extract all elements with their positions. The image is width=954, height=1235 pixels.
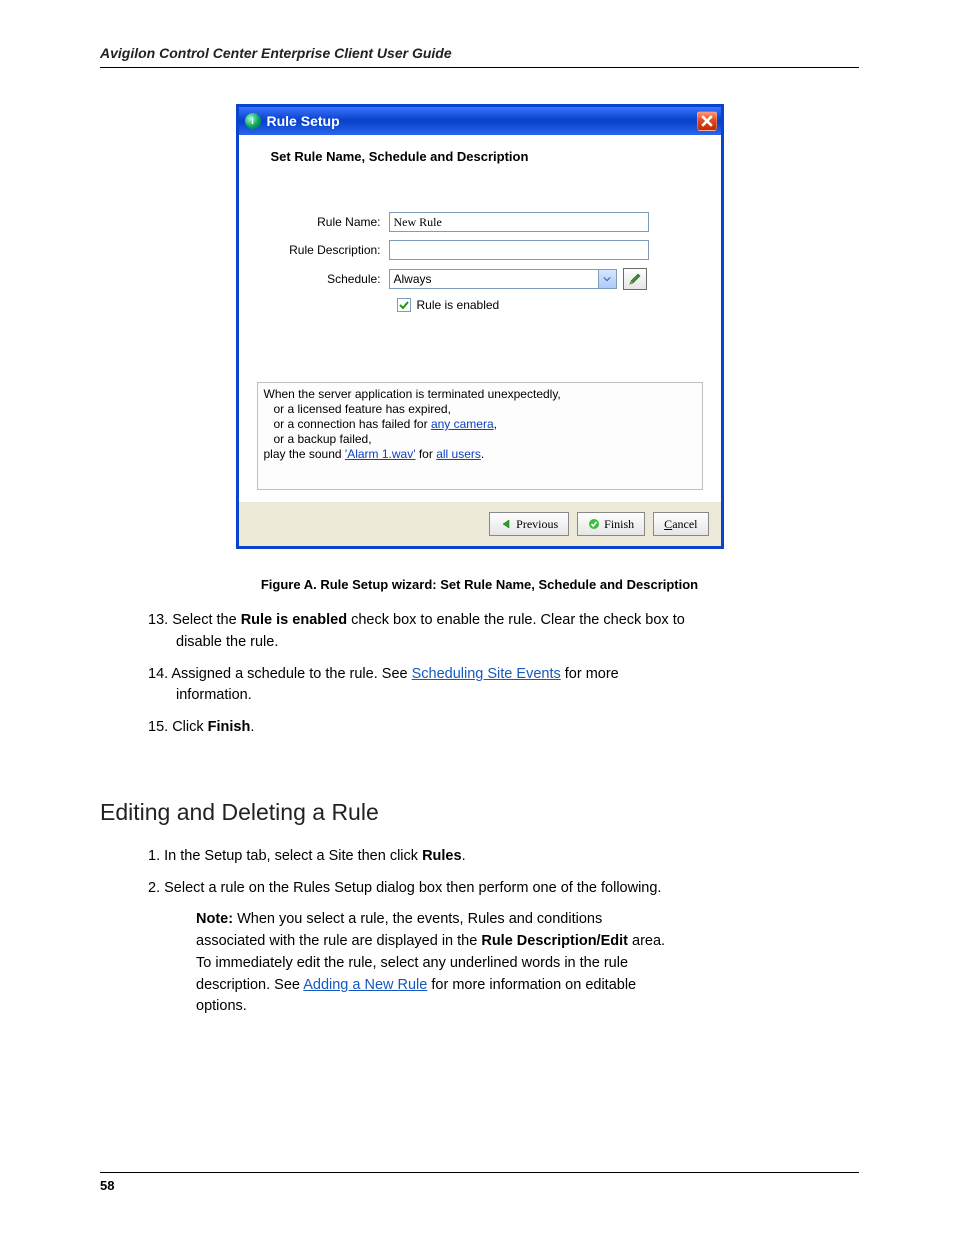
- page-footer: 58: [100, 1172, 859, 1195]
- titlebar: i Rule Setup: [239, 107, 721, 135]
- dialog-title: Rule Setup: [267, 113, 697, 129]
- page-number: 58: [100, 1178, 114, 1193]
- alarm-sound-link[interactable]: 'Alarm 1.wav': [345, 447, 416, 461]
- rule-name-input[interactable]: [389, 212, 649, 232]
- summary-line: play the sound 'Alarm 1.wav' for all use…: [264, 447, 696, 462]
- dialog-heading: Set Rule Name, Schedule and Description: [271, 149, 703, 164]
- step2-note: Note: When you select a rule, the events…: [196, 909, 859, 1018]
- schedule-label: Schedule:: [257, 272, 389, 286]
- info-icon: i: [245, 113, 261, 129]
- previous-button[interactable]: Previous: [489, 512, 569, 536]
- rule-name-label: Rule Name:: [257, 215, 389, 229]
- section-heading: Editing and Deleting a Rule: [100, 799, 859, 826]
- step2-2: 2. Select a rule on the Rules Setup dial…: [148, 878, 859, 900]
- chevron-down-icon: [598, 270, 616, 288]
- cancel-button[interactable]: Cancel: [653, 512, 708, 536]
- summary-line: or a backup failed,: [274, 432, 696, 447]
- rule-enabled-label: Rule is enabled: [417, 298, 500, 312]
- step2-1: 1. In the Setup tab, select a Site then …: [148, 846, 859, 868]
- rule-desc-label: Rule Description:: [257, 243, 389, 257]
- schedule-select[interactable]: Always: [389, 269, 617, 289]
- summary-line: When the server application is terminate…: [264, 387, 696, 402]
- all-users-link[interactable]: all users: [436, 447, 481, 461]
- rule-summary-box: When the server application is terminate…: [257, 382, 703, 490]
- figure-caption: Figure A. Rule Setup wizard: Set Rule Na…: [100, 577, 859, 592]
- schedule-value: Always: [394, 272, 432, 286]
- close-button[interactable]: [697, 111, 717, 131]
- edit-schedule-button[interactable]: [623, 268, 647, 290]
- rule-enabled-checkbox[interactable]: [397, 298, 411, 312]
- page-header: Avigilon Control Center Enterprise Clien…: [100, 45, 859, 68]
- summary-line: or a licensed feature has expired,: [274, 402, 696, 417]
- adding-rule-link[interactable]: Adding a New Rule: [303, 977, 427, 993]
- rule-setup-dialog: i Rule Setup Set Rule Name, Schedule and…: [236, 104, 724, 549]
- step-13: 13. Select the Rule is enabled check box…: [148, 610, 859, 654]
- scheduling-link[interactable]: Scheduling Site Events: [412, 666, 561, 682]
- finish-button[interactable]: Finish: [577, 512, 645, 536]
- step-14: 14. Assigned a schedule to the rule. See…: [148, 664, 859, 708]
- step-15: 15. Click Finish.: [148, 717, 859, 739]
- rule-desc-input[interactable]: [389, 240, 649, 260]
- any-camera-link[interactable]: any camera: [431, 417, 494, 431]
- summary-line: or a connection has failed for any camer…: [274, 417, 696, 432]
